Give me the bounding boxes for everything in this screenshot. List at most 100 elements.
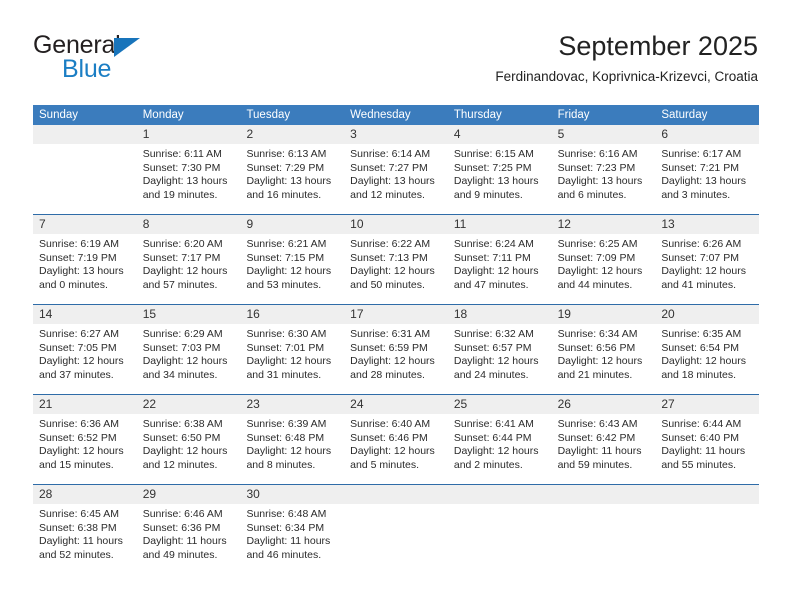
week-detail-row: Sunrise: 6:36 AM Sunset: 6:52 PM Daylight:…: [33, 414, 759, 484]
day-info-line: Daylight: 12 hours: [350, 265, 435, 277]
day-cell-21[interactable]: Sunrise: 6:36 AM Sunset: 6:52 PM Daylight:…: [33, 414, 137, 484]
day-info-line: Daylight: 13 hours: [661, 175, 746, 187]
logo-text-blue: Blue: [62, 55, 112, 83]
day-info-line: Sunset: 7:01 PM: [246, 341, 325, 354]
day-info-line: Sunset: 7:29 PM: [246, 161, 325, 174]
day-cell-5[interactable]: Sunrise: 6:16 AM Sunset: 7:23 PM Daylight:…: [552, 144, 656, 214]
day-number-28[interactable]: 28: [33, 485, 137, 504]
day-number-4[interactable]: 4: [448, 125, 552, 144]
day-info-line: and 49 minutes.: [142, 548, 218, 561]
day-number-7[interactable]: 7: [33, 215, 137, 234]
day-info-line: Sunset: 6:42 PM: [557, 431, 636, 444]
day-cell-26[interactable]: Sunrise: 6:43 AM Sunset: 6:42 PM Daylight:…: [552, 414, 656, 484]
week-detail-row: Sunrise: 6:27 AM Sunset: 7:05 PM Daylight:…: [33, 324, 759, 394]
day-number-2[interactable]: 2: [240, 125, 344, 144]
day-cell-empty: [344, 504, 448, 574]
day-cell-13[interactable]: Sunrise: 6:26 AM Sunset: 7:07 PM Daylight:…: [655, 234, 759, 304]
day-number-11[interactable]: 11: [448, 215, 552, 234]
day-number-9[interactable]: 9: [240, 215, 344, 234]
day-number-19[interactable]: 19: [552, 305, 656, 324]
day-number-15[interactable]: 15: [137, 305, 241, 324]
day-number-12[interactable]: 12: [552, 215, 656, 234]
day-cell-18[interactable]: Sunrise: 6:32 AM Sunset: 6:57 PM Daylight:…: [448, 324, 552, 394]
day-number-8[interactable]: 8: [137, 215, 241, 234]
day-number-21[interactable]: 21: [33, 395, 137, 414]
day-info-line: Sunrise: 6:19 AM: [39, 238, 119, 250]
day-cell-8[interactable]: Sunrise: 6:20 AM Sunset: 7:17 PM Daylight:…: [137, 234, 241, 304]
day-cell-15[interactable]: Sunrise: 6:29 AM Sunset: 7:03 PM Daylight:…: [137, 324, 241, 394]
day-cell-2[interactable]: Sunrise: 6:13 AM Sunset: 7:29 PM Daylight:…: [240, 144, 344, 214]
day-cell-16[interactable]: Sunrise: 6:30 AM Sunset: 7:01 PM Daylight:…: [240, 324, 344, 394]
day-cell-27[interactable]: Sunrise: 6:44 AM Sunset: 6:40 PM Daylight:…: [655, 414, 759, 484]
day-number-3[interactable]: 3: [344, 125, 448, 144]
day-number-1[interactable]: 1: [137, 125, 241, 144]
day-cell-empty: [552, 504, 656, 574]
day-info-line: Sunset: 6:48 PM: [246, 431, 325, 444]
day-number-5[interactable]: 5: [552, 125, 656, 144]
day-cell-10[interactable]: Sunrise: 6:22 AM Sunset: 7:13 PM Daylight:…: [344, 234, 448, 304]
day-cell-20[interactable]: Sunrise: 6:35 AM Sunset: 6:54 PM Daylight:…: [655, 324, 759, 394]
day-cell-6[interactable]: Sunrise: 6:17 AM Sunset: 7:21 PM Daylight:…: [655, 144, 759, 214]
day-info-line: Sunset: 7:30 PM: [142, 161, 221, 174]
day-info-line: Daylight: 12 hours: [557, 355, 643, 367]
day-cell-11[interactable]: Sunrise: 6:24 AM Sunset: 7:11 PM Daylight:…: [448, 234, 552, 304]
day-info-line: Sunset: 6:56 PM: [557, 341, 636, 354]
day-info-line: and 34 minutes.: [142, 368, 218, 381]
page-header: General Blue September 2025 Ferdinandova…: [0, 0, 792, 100]
calendar-weeks: 1 2 3 4 5 6 Sunrise: 6:11 AM Sunset: 7:30 PM Day…: [33, 125, 759, 574]
day-cell-3[interactable]: Sunrise: 6:14 AM Sunset: 7:27 PM Daylight:…: [344, 144, 448, 214]
day-number-16[interactable]: 16: [240, 305, 344, 324]
day-info-line: Sunset: 6:59 PM: [350, 341, 428, 354]
day-cell-17[interactable]: Sunrise: 6:31 AM Sunset: 6:59 PM Daylight:…: [344, 324, 448, 394]
day-info-line: Daylight: 13 hours: [142, 175, 228, 187]
day-cell-1[interactable]: Sunrise: 6:11 AM Sunset: 7:30 PM Daylight:…: [137, 144, 241, 214]
day-cell-9[interactable]: Sunrise: 6:21 AM Sunset: 7:15 PM Daylight:…: [240, 234, 344, 304]
day-number-25[interactable]: 25: [448, 395, 552, 414]
day-info-line: Sunset: 7:11 PM: [453, 251, 531, 264]
day-info-line: Sunset: 7:05 PM: [39, 341, 117, 354]
day-info-line: and 55 minutes.: [661, 458, 737, 471]
day-cell-24[interactable]: Sunrise: 6:40 AM Sunset: 6:46 PM Daylight:…: [344, 414, 448, 484]
day-info-line: Sunset: 7:17 PM: [142, 251, 221, 264]
day-info-line: Daylight: 11 hours: [246, 535, 331, 547]
day-info-line: Sunrise: 6:41 AM: [453, 418, 534, 430]
day-number-23[interactable]: 23: [240, 395, 344, 414]
calendar-week-row: 7 8 9 10 11 12 13 Sunrise: 6:19 AM Sunset: 7:19 …: [33, 214, 759, 304]
day-cell-14[interactable]: Sunrise: 6:27 AM Sunset: 7:05 PM Daylight:…: [33, 324, 137, 394]
day-cell-7[interactable]: Sunrise: 6:19 AM Sunset: 7:19 PM Daylight:…: [33, 234, 137, 304]
day-number-30[interactable]: 30: [240, 485, 344, 504]
day-cell-12[interactable]: Sunrise: 6:25 AM Sunset: 7:09 PM Daylight:…: [552, 234, 656, 304]
day-info-line: Sunset: 7:13 PM: [350, 251, 428, 264]
generalblue-logo[interactable]: General Blue: [33, 33, 263, 85]
day-number-24[interactable]: 24: [344, 395, 448, 414]
day-number-empty: [448, 485, 552, 504]
week-detail-row: Sunrise: 6:19 AM Sunset: 7:19 PM Daylight:…: [33, 234, 759, 304]
day-number-20[interactable]: 20: [655, 305, 759, 324]
day-cell-19[interactable]: Sunrise: 6:34 AM Sunset: 6:56 PM Daylight:…: [552, 324, 656, 394]
day-number-empty: [344, 485, 448, 504]
day-cell-30[interactable]: Sunrise: 6:48 AM Sunset: 6:34 PM Daylight:…: [240, 504, 344, 574]
day-cell-4[interactable]: Sunrise: 6:15 AM Sunset: 7:25 PM Daylight:…: [448, 144, 552, 214]
day-cell-23[interactable]: Sunrise: 6:39 AM Sunset: 6:48 PM Daylight:…: [240, 414, 344, 484]
day-number-22[interactable]: 22: [137, 395, 241, 414]
day-info-line: Sunset: 7:03 PM: [142, 341, 221, 354]
day-number-17[interactable]: 17: [344, 305, 448, 324]
day-number-27[interactable]: 27: [655, 395, 759, 414]
day-cell-29[interactable]: Sunrise: 6:46 AM Sunset: 6:36 PM Daylight:…: [137, 504, 241, 574]
day-number-29[interactable]: 29: [137, 485, 241, 504]
day-number-6[interactable]: 6: [655, 125, 759, 144]
day-number-10[interactable]: 10: [344, 215, 448, 234]
day-number-band: 123456: [33, 125, 759, 144]
day-info-line: Daylight: 11 hours: [39, 535, 123, 547]
day-info-line: Sunset: 7:25 PM: [453, 161, 532, 174]
day-cell-22[interactable]: Sunrise: 6:38 AM Sunset: 6:50 PM Daylight:…: [137, 414, 241, 484]
day-number-14[interactable]: 14: [33, 305, 137, 324]
day-number-13[interactable]: 13: [655, 215, 759, 234]
day-number-18[interactable]: 18: [448, 305, 552, 324]
calendar-page: General Blue September 2025 Ferdinandova…: [0, 0, 792, 612]
weekday-header-sunday: Sunday: [39, 109, 79, 121]
day-info-line: and 47 minutes.: [453, 278, 529, 291]
day-cell-25[interactable]: Sunrise: 6:41 AM Sunset: 6:44 PM Daylight:…: [448, 414, 552, 484]
day-cell-28[interactable]: Sunrise: 6:45 AM Sunset: 6:38 PM Daylight:…: [33, 504, 137, 574]
day-number-26[interactable]: 26: [552, 395, 656, 414]
